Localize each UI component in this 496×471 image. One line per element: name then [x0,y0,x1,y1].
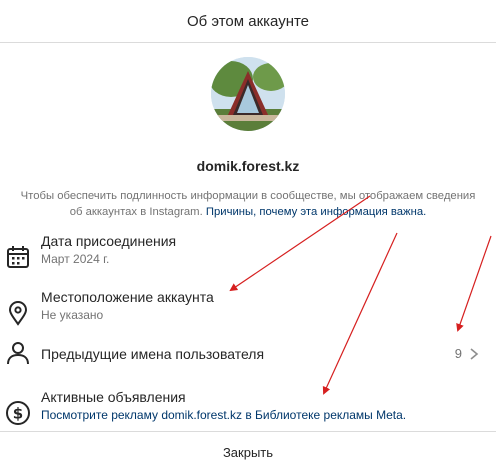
avatar-image-icon [211,57,285,131]
row-title: Местоположение аккаунта [41,289,214,305]
row-title: Активные объявления [41,389,186,405]
about-account-dialog: Об этом аккаунте domik.forest.kz Чтобы о… [0,0,496,471]
user-icon [7,342,29,365]
username: domik.forest.kz [196,158,300,174]
location-pin-icon [8,301,28,326]
close-button[interactable]: Закрыть [0,431,496,471]
row-title: Предыдущие имена пользователя [41,346,265,362]
dialog-header: Об этом аккаунте [0,0,496,43]
info-link[interactable]: Причины, почему эта информация важна. [206,206,426,218]
row-account-location: Местоположение аккаунта Не указано [0,288,496,338]
row-join-date: Дата присоединения Март 2024 г. [0,232,496,282]
dialog-title: Об этом аккаунте [186,12,310,30]
svg-text:$: $ [13,405,23,423]
previous-usernames-count: 9 [454,346,462,361]
dollar-coin-icon: $ [6,401,30,425]
chevron-right-icon [470,348,479,360]
info-text: Чтобы обеспечить подлинность информации … [18,188,478,220]
row-value: Март 2024 г. [41,252,110,266]
close-button-label: Закрыть [222,444,274,460]
avatar-container [0,57,496,131]
ad-library-link[interactable]: Посмотрите рекламу domik.forest.kz в Биб… [41,407,406,423]
avatar[interactable] [211,57,285,131]
row-title: Дата присоединения [41,233,177,249]
calendar-icon [7,246,29,268]
row-value: Не указано [41,308,104,322]
